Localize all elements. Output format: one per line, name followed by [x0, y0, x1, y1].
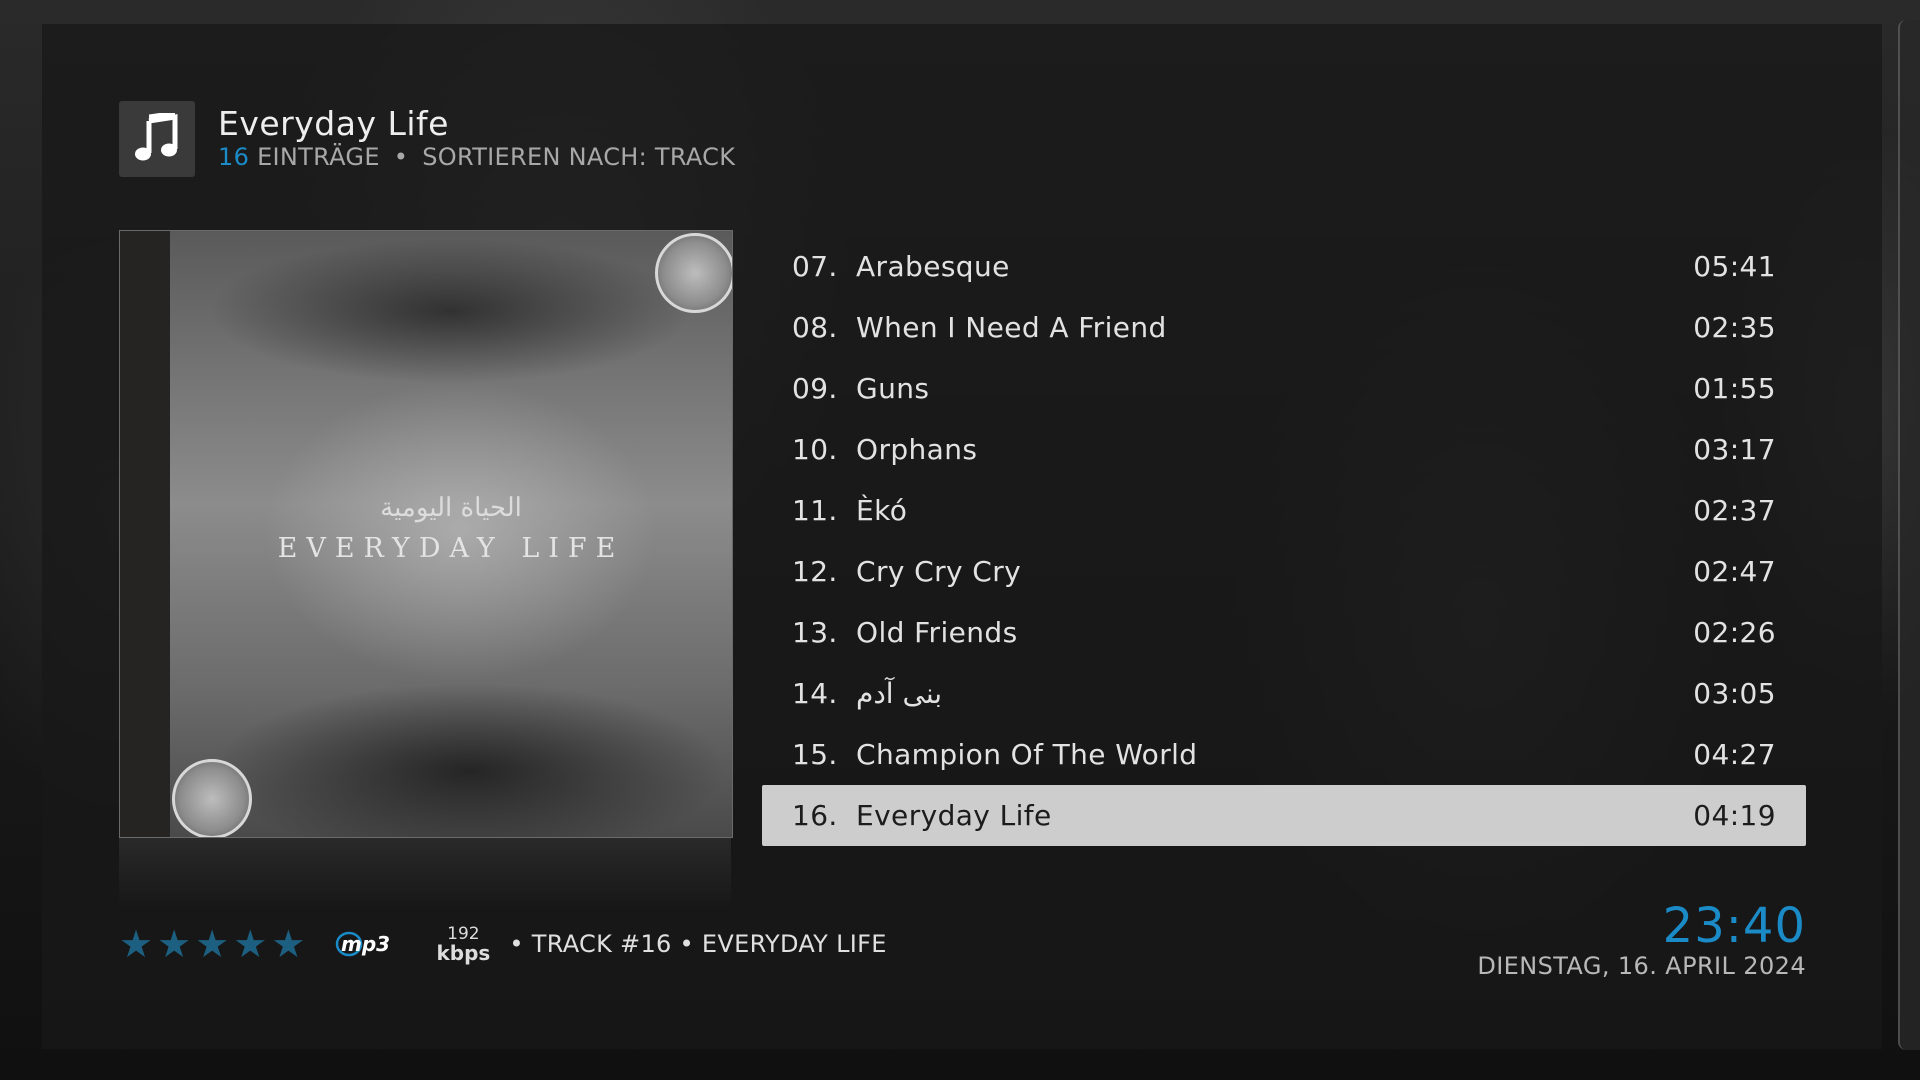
track-title: Everyday Life [856, 799, 1052, 832]
sort-label: SORTIEREN NACH: TRACK [422, 143, 736, 171]
track-duration: 02:37 [1693, 494, 1776, 527]
track-row[interactable]: 14. بنی آدم 03:05 [762, 663, 1806, 724]
track-number: 10. [792, 433, 838, 466]
now-playing-info: ★ ★ ★ ★ ★ mp3 192 kbps • TRACK #16 • EVERYDA… [119, 920, 887, 968]
track-list: 07. Arabesque 05:41 08. When I Need A Friend… [762, 236, 1806, 846]
track-title: Cry Cry Cry [856, 555, 1022, 588]
cover-reflection [119, 838, 731, 908]
cover-side-strip [120, 231, 170, 837]
star-icon: ★ [119, 922, 154, 966]
track-row[interactable]: 08. When I Need A Friend 02:35 [762, 297, 1806, 358]
svg-text:mp3: mp3 [341, 932, 390, 956]
track-duration: 01:55 [1693, 372, 1776, 405]
track-info: • TRACK #16 • EVERYDAY LIFE [509, 930, 887, 958]
track-row[interactable]: 15. Champion Of The World 04:27 [762, 724, 1806, 785]
track-title: Guns [856, 372, 930, 405]
track-number: 08. [792, 311, 838, 344]
track-duration: 04:19 [1693, 799, 1776, 832]
music-note-icon [119, 101, 195, 177]
album-cover: الحياة اليومية EVERYDAY LIFE [119, 230, 733, 838]
track-duration: 03:17 [1693, 433, 1776, 466]
track-row[interactable]: 13. Old Friends 02:26 [762, 602, 1806, 663]
bitrate-unit: kbps [436, 940, 491, 965]
track-row[interactable]: 12. Cry Cry Cry 02:47 [762, 541, 1806, 602]
page-title: Everyday Life [218, 104, 449, 143]
track-title: Èkó [856, 494, 908, 527]
rating-stars: ★ ★ ★ ★ ★ [119, 925, 305, 963]
track-number: 16. [792, 799, 838, 832]
track-number: 09. [792, 372, 838, 405]
mp3-codec-icon: mp3 [335, 927, 401, 961]
track-row[interactable]: 09. Guns 01:55 [762, 358, 1806, 419]
star-icon: ★ [233, 922, 268, 966]
track-number: 13. [792, 616, 838, 649]
side-menu-handle[interactable] [1898, 20, 1920, 1050]
track-duration: 02:35 [1693, 311, 1776, 344]
item-count: 16 [218, 143, 250, 171]
track-duration: 05:41 [1693, 250, 1776, 283]
star-icon: ★ [271, 922, 306, 966]
bitrate-value: 192 [447, 923, 480, 944]
list-subtitle: 16 EINTRÄGE • SORTIEREN NACH: TRACK [218, 143, 735, 171]
cover-title: EVERYDAY LIFE [277, 533, 625, 564]
track-number: 11. [792, 494, 838, 527]
track-duration: 02:26 [1693, 616, 1776, 649]
bitrate-badge: 192 kbps [435, 923, 491, 965]
track-title: Old Friends [856, 616, 1018, 649]
clock-date: DIENSTAG, 16. APRIL 2024 [1477, 952, 1806, 980]
track-number: 15. [792, 738, 838, 771]
separator-dot: • [393, 143, 409, 171]
clock-time: 23:40 [1662, 898, 1806, 954]
track-title: Orphans [856, 433, 978, 466]
track-row[interactable]: 11. Èkó 02:37 [762, 480, 1806, 541]
star-icon: ★ [195, 922, 230, 966]
cover-seal-top [655, 233, 732, 313]
track-title: When I Need A Friend [856, 311, 1167, 344]
cover-seal-bottom [172, 759, 252, 837]
cover-arabic-title: الحياة اليومية [380, 493, 522, 523]
track-number: 14. [792, 677, 838, 710]
track-duration: 03:05 [1693, 677, 1776, 710]
star-icon: ★ [157, 922, 192, 966]
track-title: Arabesque [856, 250, 1010, 283]
track-duration: 04:27 [1693, 738, 1776, 771]
track-title: بنی آدم [856, 677, 943, 710]
item-count-label: EINTRÄGE [257, 143, 380, 171]
track-row[interactable]: 07. Arabesque 05:41 [762, 236, 1806, 297]
track-row[interactable]: 16. Everyday Life 04:19 [762, 785, 1806, 846]
track-row[interactable]: 10. Orphans 03:17 [762, 419, 1806, 480]
track-duration: 02:47 [1693, 555, 1776, 588]
track-title: Champion Of The World [856, 738, 1198, 771]
track-number: 12. [792, 555, 838, 588]
track-number: 07. [792, 250, 838, 283]
